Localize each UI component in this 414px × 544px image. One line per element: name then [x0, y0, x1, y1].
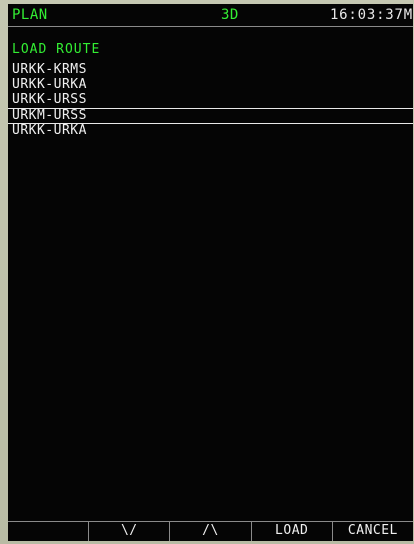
view-indicator: 3D — [221, 7, 239, 23]
mode-indicator: PLAN — [12, 7, 48, 23]
softkey-blank[interactable] — [8, 522, 90, 541]
mfd-screen: PLAN 3D 16:03:37M LOAD ROUTE URKK-KRMS U… — [8, 4, 413, 541]
route-list: URKK-KRMS URKK-URKA URKK-URSS URKM-URSS … — [8, 63, 413, 139]
display-bezel: PLAN 3D 16:03:37M LOAD ROUTE URKK-KRMS U… — [0, 0, 414, 544]
route-item-selected[interactable]: URKM-URSS — [8, 108, 413, 124]
page-title: LOAD ROUTE — [12, 42, 101, 57]
load-button[interactable]: LOAD — [252, 522, 333, 541]
cancel-button[interactable]: CANCEL — [333, 522, 413, 541]
route-item[interactable]: URKK-URKA — [8, 124, 413, 139]
route-item[interactable]: URKK-KRMS — [8, 63, 413, 78]
route-item[interactable]: URKK-URSS — [8, 93, 413, 108]
route-item[interactable]: URKK-URKA — [8, 78, 413, 93]
scroll-down-button[interactable]: \/ — [89, 522, 171, 541]
clock-readout: 16:03:37M — [329, 7, 413, 23]
scroll-up-button[interactable]: /\ — [170, 522, 252, 541]
softkey-bar: \/ /\ LOAD CANCEL — [8, 521, 413, 541]
status-header: PLAN 3D 16:03:37M — [8, 4, 413, 27]
